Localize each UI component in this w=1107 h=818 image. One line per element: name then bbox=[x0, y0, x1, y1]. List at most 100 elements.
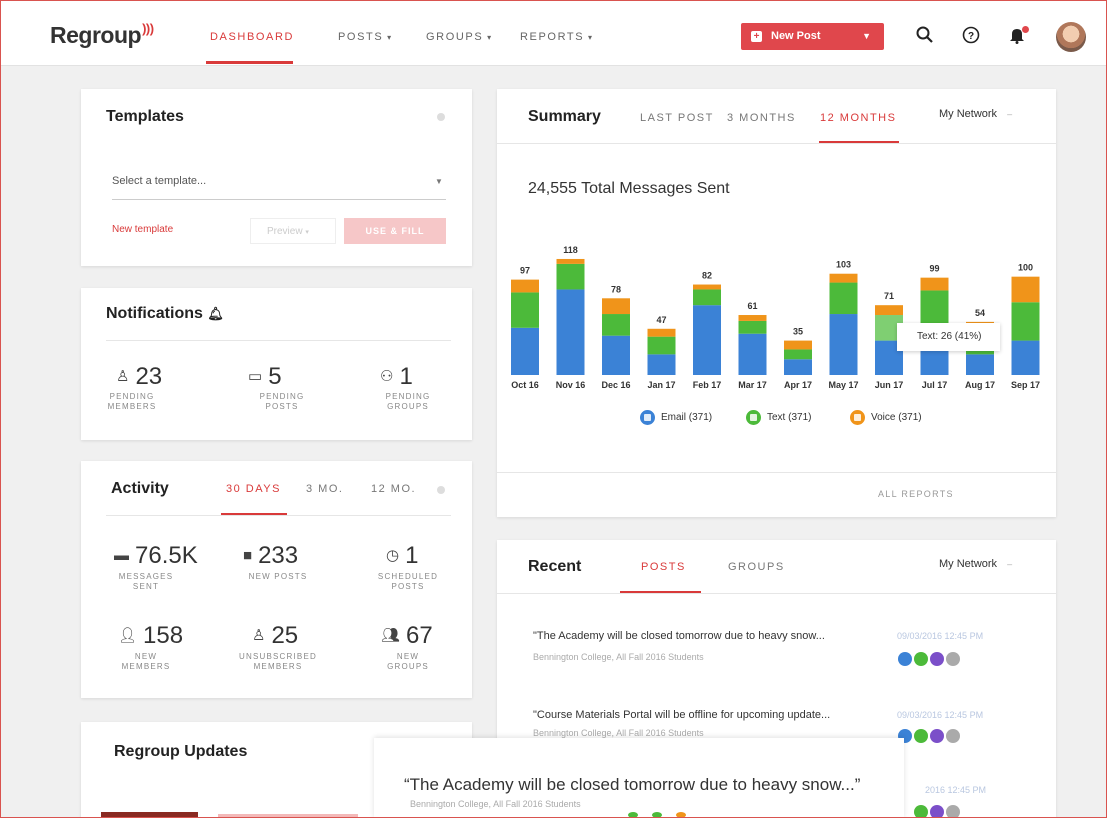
recent-post-meta: Bennington College, All Fall 2016 Studen… bbox=[533, 728, 704, 738]
bar-text-mar-17[interactable] bbox=[738, 320, 767, 334]
new-groups-stat[interactable]: 👥︎ 67 bbox=[381, 622, 433, 650]
text-icon bbox=[914, 729, 928, 743]
bell-icon: 🔔︎ bbox=[207, 306, 224, 321]
voice-icon bbox=[676, 812, 686, 818]
new-template-link[interactable]: New template bbox=[112, 224, 173, 235]
notifications-title: Notifications 🔔︎ bbox=[106, 305, 224, 322]
help-icon[interactable]: ? bbox=[960, 26, 982, 48]
person-icon: ♙ bbox=[116, 368, 130, 385]
bar-voice-jan-17[interactable] bbox=[647, 328, 676, 337]
bar-email-aug-17[interactable] bbox=[966, 354, 994, 375]
nav-reports[interactable]: REPORTS ▾ bbox=[520, 31, 594, 43]
bar-email-mar-17[interactable] bbox=[738, 333, 767, 375]
x-tick-label: Mar 17 bbox=[738, 380, 767, 390]
activity-menu-icon[interactable] bbox=[437, 486, 445, 494]
bar-voice-sep-17[interactable] bbox=[1011, 276, 1040, 303]
activity-title: Activity bbox=[111, 480, 169, 497]
bar-email-oct-16[interactable] bbox=[511, 327, 539, 375]
bar-email-apr-17[interactable] bbox=[784, 359, 812, 375]
bar-voice-oct-16[interactable] bbox=[511, 279, 539, 293]
template-select[interactable]: Select a template... bbox=[112, 175, 206, 187]
bar-email-nov-16[interactable] bbox=[556, 289, 585, 375]
pending-groups-stat[interactable]: ⚇ 1 bbox=[380, 363, 413, 391]
bar-text-apr-17[interactable] bbox=[784, 349, 812, 360]
use-fill-button[interactable]: USE & FILL bbox=[344, 218, 446, 244]
bar-voice-jul-17[interactable] bbox=[920, 277, 949, 291]
x-tick-label: Feb 17 bbox=[693, 380, 722, 390]
chevron-down-icon[interactable]: ▼ bbox=[862, 31, 871, 41]
regroup-logo[interactable]: Regroup))) bbox=[50, 21, 154, 49]
messages-sent-stat[interactable]: ▬ 76.5K bbox=[114, 542, 198, 570]
bar-text-may-17[interactable] bbox=[829, 282, 858, 315]
templates-title: Templates bbox=[106, 108, 184, 125]
tab-12-months[interactable]: 12 MONTHS bbox=[820, 112, 896, 124]
tab-3-months[interactable]: 3 MO. bbox=[306, 483, 343, 495]
tab-12-months[interactable]: 12 MO. bbox=[371, 483, 416, 495]
bar-voice-apr-17[interactable] bbox=[784, 340, 812, 350]
scheduled-posts-stat[interactable]: ◷ 1 bbox=[386, 542, 418, 570]
bar-email-may-17[interactable] bbox=[829, 314, 858, 375]
bar-voice-nov-16[interactable] bbox=[556, 258, 585, 264]
network-dropdown[interactable]: My Network – bbox=[939, 108, 1012, 120]
bar-voice-dec-16[interactable] bbox=[602, 298, 630, 315]
new-members-stat[interactable]: 👤︎ 158 bbox=[118, 622, 183, 650]
preview-dropdown[interactable]: Preview ▾ bbox=[250, 218, 336, 244]
unsubscribed-members-label: UNSUBSCRIBED MEMBERS bbox=[239, 652, 317, 671]
new-posts-stat[interactable]: ■ 233 bbox=[243, 542, 298, 570]
bar-email-sep-17[interactable] bbox=[1011, 340, 1040, 375]
network-dropdown[interactable]: My Network – bbox=[939, 558, 1012, 570]
pending-posts-label: PENDING POSTS bbox=[259, 392, 305, 411]
recent-post-text[interactable]: "The Academy will be closed tomorrow due… bbox=[533, 630, 825, 642]
new-groups-label: NEW GROUPS bbox=[387, 652, 429, 671]
divider bbox=[497, 593, 1056, 594]
chevron-down-icon: – bbox=[1007, 109, 1013, 119]
clock-icon: ◷ bbox=[386, 547, 400, 564]
bar-text-nov-16[interactable] bbox=[556, 263, 585, 290]
bar-text-dec-16[interactable] bbox=[602, 314, 630, 336]
x-tick-label: Oct 16 bbox=[511, 380, 539, 390]
email-icon bbox=[898, 652, 912, 666]
social-icon bbox=[946, 652, 960, 666]
recent-post-text[interactable]: "Course Materials Portal will be offline… bbox=[533, 709, 830, 721]
recent-post-meta: Bennington College, All Fall 2016 Studen… bbox=[533, 652, 704, 662]
group-icon: ⚇ bbox=[380, 368, 394, 385]
legend-voice[interactable]: Voice (371) bbox=[850, 410, 922, 425]
search-icon[interactable] bbox=[914, 26, 936, 48]
bar-voice-mar-17[interactable] bbox=[738, 315, 767, 321]
bar-text-oct-16[interactable] bbox=[511, 292, 539, 328]
new-post-button[interactable]: + New Post ▼ bbox=[741, 23, 884, 50]
bar-total-label: 54 bbox=[975, 308, 985, 318]
tab-posts[interactable]: POSTS bbox=[641, 561, 686, 573]
chevron-down-icon[interactable]: ▼ bbox=[435, 177, 443, 186]
bar-email-feb-17[interactable] bbox=[693, 305, 721, 375]
bar-text-sep-17[interactable] bbox=[1011, 302, 1040, 341]
callout-date: 2016 12:45 PM bbox=[925, 785, 987, 795]
tab-3-months[interactable]: 3 MONTHS bbox=[727, 112, 796, 124]
nav-dashboard[interactable]: DASHBOARD bbox=[210, 31, 294, 43]
text-icon bbox=[652, 812, 662, 818]
bar-voice-jun-17[interactable] bbox=[875, 305, 903, 316]
pending-members-stat[interactable]: ♙ 23 bbox=[116, 363, 162, 391]
tab-groups[interactable]: GROUPS bbox=[728, 561, 785, 573]
update-thumbnail[interactable] bbox=[101, 812, 198, 818]
tab-30-days[interactable]: 30 DAYS bbox=[226, 483, 281, 495]
update-link[interactable] bbox=[218, 814, 358, 818]
nav-groups[interactable]: GROUPS ▾ bbox=[426, 31, 493, 43]
unsubscribed-members-stat[interactable]: ♙ 25 bbox=[252, 622, 298, 650]
bar-email-dec-16[interactable] bbox=[602, 335, 630, 375]
social-icon bbox=[946, 729, 960, 743]
nav-posts[interactable]: POSTS ▾ bbox=[338, 31, 393, 43]
bar-text-jan-17[interactable] bbox=[647, 336, 676, 355]
pending-posts-stat[interactable]: ▭ 5 bbox=[248, 363, 282, 391]
bar-voice-may-17[interactable] bbox=[829, 273, 858, 283]
bar-text-feb-17[interactable] bbox=[693, 289, 721, 306]
avatar[interactable] bbox=[1056, 22, 1086, 52]
bar-voice-feb-17[interactable] bbox=[693, 284, 721, 290]
bar-email-jan-17[interactable] bbox=[647, 354, 676, 375]
legend-email[interactable]: Email (371) bbox=[640, 410, 712, 425]
legend-text[interactable]: Text (371) bbox=[746, 410, 811, 425]
templates-menu-icon[interactable] bbox=[437, 113, 445, 121]
tab-last-post[interactable]: LAST POST bbox=[640, 112, 714, 124]
all-reports-link[interactable]: ALL REPORTS bbox=[878, 489, 954, 499]
pending-groups-label: PENDING GROUPS bbox=[385, 392, 431, 411]
